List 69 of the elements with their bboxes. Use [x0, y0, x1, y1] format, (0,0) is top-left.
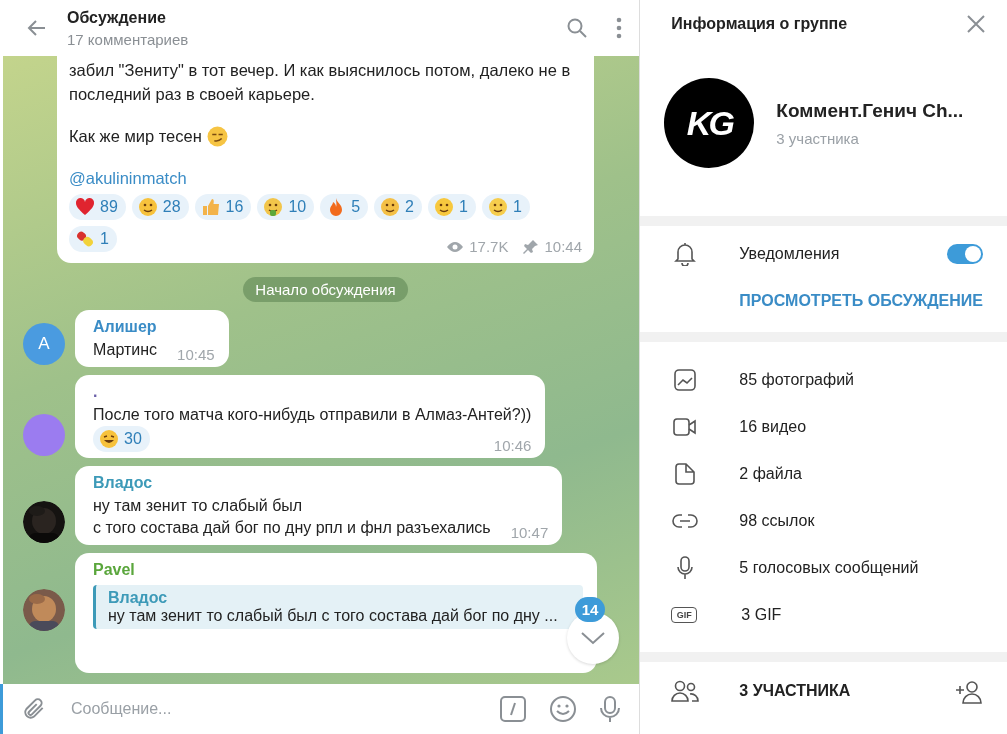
media-label: 2 файла [739, 464, 803, 483]
reaction-button[interactable]: 1 [69, 226, 117, 252]
reaction-button[interactable]: 89 [69, 194, 126, 220]
heart-emoji-icon [75, 197, 95, 217]
view-discussion-link[interactable]: ПРОСМОТРЕТЬ ОБСУЖДЕНИЕ [739, 292, 983, 310]
media-item[interactable]: 98 ссылок [671, 497, 983, 544]
comment-count: 17 комментариев [67, 30, 190, 48]
media-label: 98 ссылок [739, 511, 816, 530]
pill-emoji-icon [75, 229, 95, 249]
emoji-icon[interactable] [549, 695, 578, 723]
media-label: 5 голосовых сообщений [739, 558, 920, 577]
reaction-button[interactable]: 10 [257, 194, 315, 220]
link-icon [671, 512, 700, 529]
member-count: 3 участника [776, 129, 860, 147]
reaction-button[interactable]: 1 [428, 194, 476, 220]
post-text: забил "Зениту" в тот вечер. И как выяснилось потом, далеко не в последний раз в своей карьере. [69, 60, 572, 105]
view-count: 17.7K [469, 238, 509, 255]
panel-title: Информация о группе [671, 15, 848, 33]
user-avatar[interactable]: А [23, 323, 65, 365]
group-name: Коммент.Генич Ch... [776, 99, 964, 122]
media-item[interactable]: 5 голосовых сообщений [671, 544, 983, 591]
group-avatar[interactable]: KG [664, 78, 755, 168]
author-name[interactable]: Алишер [93, 318, 157, 336]
reply-text: ну там зенит то слабый был с того состава дай бог по дну ... [108, 607, 559, 625]
media-label: 3 GIF [741, 605, 783, 624]
notifications-label: Уведомления [739, 245, 841, 263]
media-item[interactable]: 85 фотографий [671, 356, 983, 403]
close-icon[interactable] [967, 15, 985, 33]
reaction-button[interactable]: 16 [194, 194, 252, 220]
reply-author: Владос [108, 589, 169, 607]
media-label: 16 видео [739, 417, 808, 436]
message-text: Мартинс [93, 340, 158, 360]
media-label: 85 фотографий [739, 370, 855, 389]
message-time: 10:44 [544, 238, 582, 255]
chevron-down-icon [580, 631, 607, 645]
thumbs-emoji-icon [200, 197, 221, 217]
channel-link[interactable]: @akulininmatch [69, 169, 187, 188]
more-icon[interactable] [615, 16, 624, 40]
add-member-icon[interactable] [955, 680, 983, 704]
notifications-toggle[interactable] [947, 244, 983, 264]
reply-quote[interactable]: Владос ну там зенит то слабый был с того состава дай бог по дну ... [93, 585, 583, 629]
reaction-button[interactable]: 2 [374, 194, 422, 220]
message-time: 10:45 [177, 346, 215, 363]
author-name[interactable]: . [93, 383, 98, 401]
eye-icon [446, 240, 465, 253]
reaction-button[interactable]: 30 [93, 426, 150, 452]
post-text: Как же мир тесен [69, 127, 202, 146]
message-time: 10:46 [493, 437, 532, 454]
media-item[interactable]: 2 файла [671, 450, 983, 497]
sick-emoji-icon [263, 197, 284, 217]
message-text: После того матча кого-нибудь отправили в Алмаз-Антей?)) [93, 405, 532, 425]
members-title: 3 УЧАСТНИКА [739, 682, 852, 700]
author-name[interactable]: Pavel [93, 561, 135, 579]
media-item[interactable]: GIF 3 GIF [671, 591, 983, 638]
commands-icon[interactable] [499, 695, 528, 723]
author-name[interactable]: Владос [93, 474, 153, 492]
reaction-button[interactable]: 5 [320, 194, 369, 220]
people-icon [671, 680, 700, 702]
microphone-icon[interactable] [599, 695, 622, 723]
message-time: 10:47 [510, 524, 549, 541]
message-text: ну там зенит то слабый был с того состава дай бог по дну рпл и фнл разъехались [93, 496, 491, 538]
reaction-button[interactable]: 28 [131, 194, 189, 220]
pin-icon [523, 238, 540, 255]
smirk-emoji-icon [206, 126, 228, 147]
service-message: Начало обсуждения [243, 277, 408, 302]
reaction-button[interactable]: 1 [481, 194, 530, 220]
chat-title: Обсуждение [67, 8, 167, 27]
media-item[interactable]: 16 видео [671, 403, 983, 450]
gif-icon: GIF [671, 606, 698, 623]
